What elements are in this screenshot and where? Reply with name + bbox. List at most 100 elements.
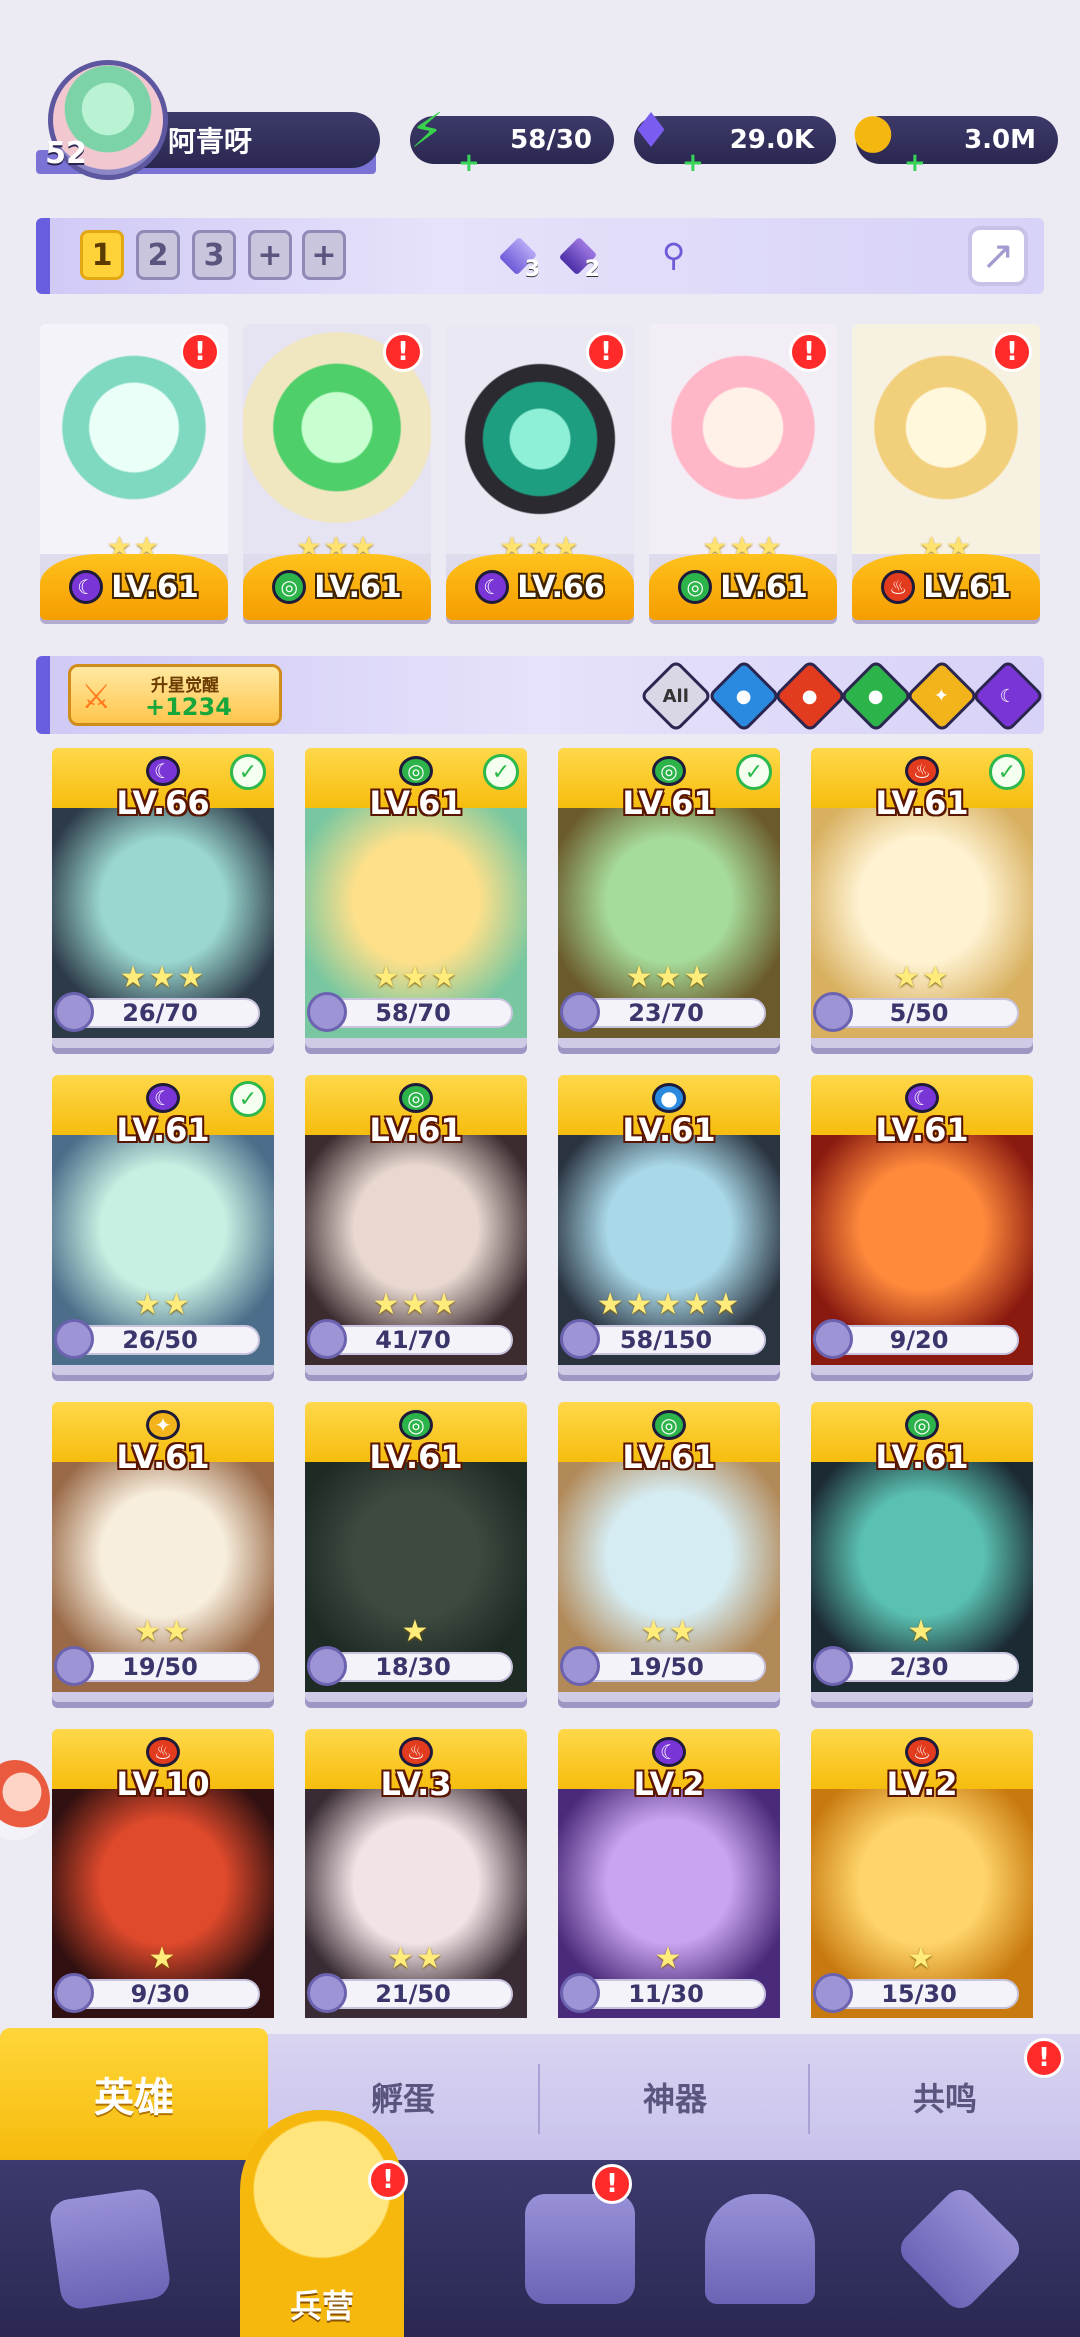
nav-shrine[interactable]	[660, 2160, 860, 2337]
shard-icon	[813, 1973, 853, 2013]
hero-card-grid: ☾ LV.66 ★★★ 26/70 ✓ ◎ LV.61 ★★★ 58/70 ✓ ◎ LV.61 ★★★ 2…	[52, 748, 1038, 2018]
filter-dark-icon[interactable]: ☾	[971, 659, 1045, 733]
wind-element-icon: ◎	[399, 1410, 433, 1440]
hero-card[interactable]: ☾ LV.61 ★★ 26/50 ✓	[52, 1075, 274, 1375]
shard-icon	[307, 1319, 347, 1359]
nav-cards[interactable]	[10, 2160, 210, 2337]
filter-all[interactable]: All	[639, 659, 713, 733]
team-slot-4[interactable]: ★★★ ◎ LV.61 !	[649, 324, 837, 620]
shard-icon	[813, 1646, 853, 1686]
star-awaken-button[interactable]: ⚔ 升星觉醒 +1234	[68, 664, 282, 726]
team-slot-2[interactable]: ★★★ ◎ LV.61 !	[243, 324, 431, 620]
wind-element-icon: ◎	[652, 756, 686, 786]
hero-card[interactable]: ◎ LV.61 ★★★ 58/70 ✓	[305, 748, 527, 1048]
team-tab-3[interactable]: 3	[192, 230, 236, 280]
team-slot-1[interactable]: ★★ ☾ LV.61 !	[40, 324, 228, 620]
energy-value: 58/30	[510, 125, 592, 155]
wind-element-icon: ◎	[678, 570, 713, 604]
hero-level: LV.10	[116, 1765, 210, 1803]
shard-icon	[813, 1319, 853, 1359]
hero-level: LV.61	[875, 1111, 969, 1149]
nav-barracks[interactable]: 兵营 !	[240, 2110, 408, 2337]
hero-card[interactable]: ♨ LV.3 ★★ 21/50	[305, 1729, 527, 2018]
shard-icon	[307, 1973, 347, 2013]
hero-card[interactable]: ✦ LV.61 ★★ 19/50	[52, 1402, 274, 1702]
filter-fire-icon[interactable]: ●	[773, 659, 847, 733]
map-icon	[525, 2193, 635, 2304]
star-rating: ★	[148, 1941, 178, 1976]
filter-light-icon[interactable]: ✦	[905, 659, 979, 733]
star-rating: ★	[401, 1614, 431, 1649]
hero-card[interactable]: ☾ LV.61 9/20	[811, 1075, 1033, 1375]
tab-artifact[interactable]: 神器	[540, 2034, 810, 2160]
nav-guild[interactable]	[860, 2160, 1060, 2337]
hero-level: LV.61	[314, 569, 402, 605]
floating-helper-avatar[interactable]	[0, 1760, 50, 1840]
level-bar: ◎ LV.61	[649, 554, 837, 620]
hero-level: LV.61	[622, 1438, 716, 1476]
tab-hero[interactable]: 英雄	[0, 2028, 268, 2160]
add-gold-icon[interactable]: +	[904, 150, 926, 176]
hero-card[interactable]: ◎ LV.61 ★ 2/30	[811, 1402, 1033, 1702]
add-gem-icon[interactable]: +	[682, 150, 704, 176]
coin-icon: ●	[852, 103, 894, 159]
nav-map[interactable]	[480, 2160, 680, 2337]
hero-card[interactable]: ● LV.61 ★★★★★ 58/150	[558, 1075, 780, 1375]
team-slot-5[interactable]: ★★ ♨ LV.61 !	[852, 324, 1040, 620]
hero-level: LV.61	[369, 784, 463, 822]
team-selector-bar: 1 2 3 + + 3 2 ⚲ ↗	[36, 218, 1044, 294]
sword-icon: ⚔	[81, 677, 112, 717]
team-add-tab[interactable]: +	[302, 230, 346, 280]
hero-card[interactable]: ☾ LV.66 ★★★ 26/70 ✓	[52, 748, 274, 1048]
star-rating: ★★★★★	[596, 1287, 742, 1322]
fire-element-icon: ♨	[905, 1737, 939, 1767]
upgrade-alert-icon: !	[789, 332, 829, 372]
top-bar: 阿青呀 52 ⚡ + 58/30 ♦ + 29.0K ● + 3.0M	[0, 0, 1080, 200]
nav-barracks-label: 兵营	[289, 2287, 354, 2325]
hero-card[interactable]: ◎ LV.61 ★ 18/30	[305, 1402, 527, 1702]
light-element-icon: ✦	[146, 1410, 180, 1440]
team-gem-count: 2	[584, 257, 600, 282]
hero-card[interactable]: ☾ LV.2 ★ 11/30	[558, 1729, 780, 2018]
wind-element-icon: ◎	[399, 1083, 433, 1113]
hero-card[interactable]: ♨ LV.10 ★ 9/30	[52, 1729, 274, 2018]
team-gem-dark[interactable]: 2	[556, 232, 602, 282]
gold-counter[interactable]: ● + 3.0M	[852, 103, 1058, 176]
mushroom-icon	[893, 2182, 1027, 2315]
team-add-tab[interactable]: +	[248, 230, 292, 280]
player-level: 52	[45, 135, 87, 171]
team-tab-2[interactable]: 2	[136, 230, 180, 280]
magnifier-icon[interactable]: ⚲	[662, 236, 702, 276]
team-gem-light[interactable]: 3	[496, 232, 542, 282]
hero-card[interactable]: ◎ LV.61 ★★★ 41/70	[305, 1075, 527, 1375]
hero-card[interactable]: ◎ LV.61 ★★★ 23/70 ✓	[558, 748, 780, 1048]
gem-counter[interactable]: ♦ + 29.0K	[629, 103, 836, 176]
add-energy-icon[interactable]: +	[458, 150, 480, 176]
team-slot-3[interactable]: ★★★ ☾ LV.66 !	[446, 324, 634, 620]
player-avatar-wrap[interactable]: 52	[40, 60, 170, 180]
star-rating: ★	[907, 1614, 937, 1649]
hero-level: LV.61	[720, 569, 808, 605]
wind-element-icon: ◎	[272, 570, 307, 604]
sparkle-icon: ✦	[934, 685, 950, 707]
moon-icon: ☾	[999, 685, 1017, 707]
team-tab-1[interactable]: 1	[80, 230, 124, 280]
wind-element-icon: ◎	[652, 1410, 686, 1440]
upgrade-alert-icon: !	[180, 332, 220, 372]
filter-water-icon[interactable]: ●	[707, 659, 781, 733]
energy-counter[interactable]: ⚡ + 58/30	[410, 103, 614, 176]
hero-card[interactable]: ♨ LV.61 ★★ 5/50 ✓	[811, 748, 1033, 1048]
awaken-value: +1234	[145, 693, 232, 721]
shard-icon	[307, 1646, 347, 1686]
share-icon[interactable]: ↗	[968, 226, 1028, 286]
dark-element-icon: ☾	[69, 570, 104, 604]
hero-card[interactable]: ♨ LV.2 ★ 15/30	[811, 1729, 1033, 2018]
star-rating: ★★★	[372, 1287, 460, 1322]
water-drop-icon: ●	[736, 685, 752, 707]
shard-icon	[54, 1973, 94, 2013]
shard-icon	[560, 1319, 600, 1359]
gold-value: 3.0M	[964, 125, 1036, 155]
hero-card[interactable]: ◎ LV.61 ★★ 19/50	[558, 1402, 780, 1702]
filter-wind-icon[interactable]: ●	[839, 659, 913, 733]
checkmark-icon: ✓	[230, 754, 266, 790]
